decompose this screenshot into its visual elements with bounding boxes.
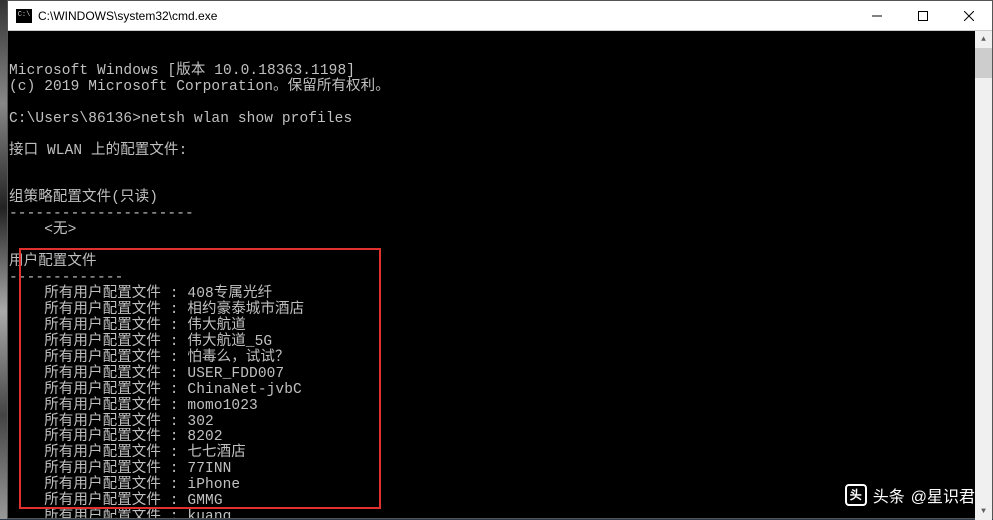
scroll-thumb[interactable] (975, 48, 992, 78)
maximize-button[interactable] (900, 1, 946, 30)
cmd-window: C:\WINDOWS\system32\cmd.exe Microsoft Wi… (7, 0, 993, 519)
close-button[interactable] (946, 1, 992, 30)
vertical-scrollbar[interactable]: ▲ ▼ (975, 31, 992, 520)
minimize-button[interactable] (854, 1, 900, 30)
terminal-area[interactable]: Microsoft Windows [版本 10.0.18363.1198] (… (8, 31, 992, 518)
window-controls (854, 1, 992, 30)
scroll-down-button[interactable]: ▼ (975, 503, 992, 520)
terminal-content: Microsoft Windows [版本 10.0.18363.1198] (… (9, 64, 992, 518)
scroll-up-button[interactable]: ▲ (975, 31, 992, 48)
cmd-icon (16, 9, 32, 23)
desktop-left-strip (0, 0, 7, 519)
titlebar[interactable]: C:\WINDOWS\system32\cmd.exe (8, 1, 992, 31)
window-title: C:\WINDOWS\system32\cmd.exe (38, 9, 854, 23)
